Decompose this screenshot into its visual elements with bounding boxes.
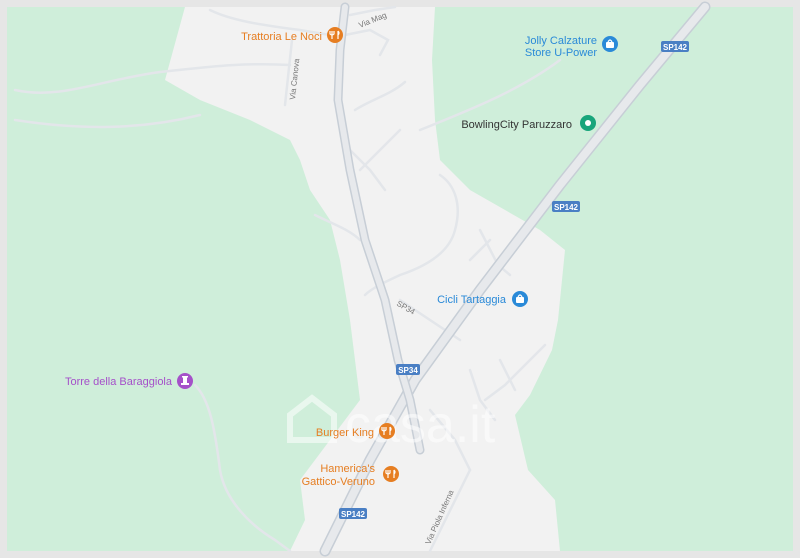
poi-cicli-tartaggia[interactable]: Cicli Tartaggia xyxy=(437,291,528,307)
svg-text:SP142: SP142 xyxy=(554,203,579,212)
poi-label-line1: Jolly Calzature xyxy=(525,35,597,47)
svg-text:SP142: SP142 xyxy=(663,43,688,52)
poi-label: Torre della Baraggiola xyxy=(65,376,173,388)
poi-label: Burger King xyxy=(316,427,374,439)
shield-sp142-bottom: SP142 xyxy=(339,508,367,519)
place-pin-icon xyxy=(585,120,591,126)
poi-label: Cicli Tartaggia xyxy=(437,294,507,306)
poi-label-line2: Gattico-Veruno xyxy=(302,476,375,488)
poi-label-line2: Store U-Power xyxy=(525,47,597,59)
poi-label: BowlingCity Paruzzaro xyxy=(461,119,572,131)
poi-label: Trattoria Le Noci xyxy=(241,31,322,43)
poi-label-line1: Hamerica's xyxy=(320,463,375,475)
shield-sp142-top: SP142 xyxy=(661,41,689,52)
svg-text:SP142: SP142 xyxy=(341,510,366,519)
map-canvas[interactable]: Via Canova Via Mag SP34 Via Piola Infern… xyxy=(0,0,800,558)
svg-text:casa.it: casa.it xyxy=(345,396,496,454)
shield-sp34: SP34 xyxy=(396,364,420,375)
svg-text:SP34: SP34 xyxy=(398,366,418,375)
shield-sp142-mid: SP142 xyxy=(552,201,580,212)
